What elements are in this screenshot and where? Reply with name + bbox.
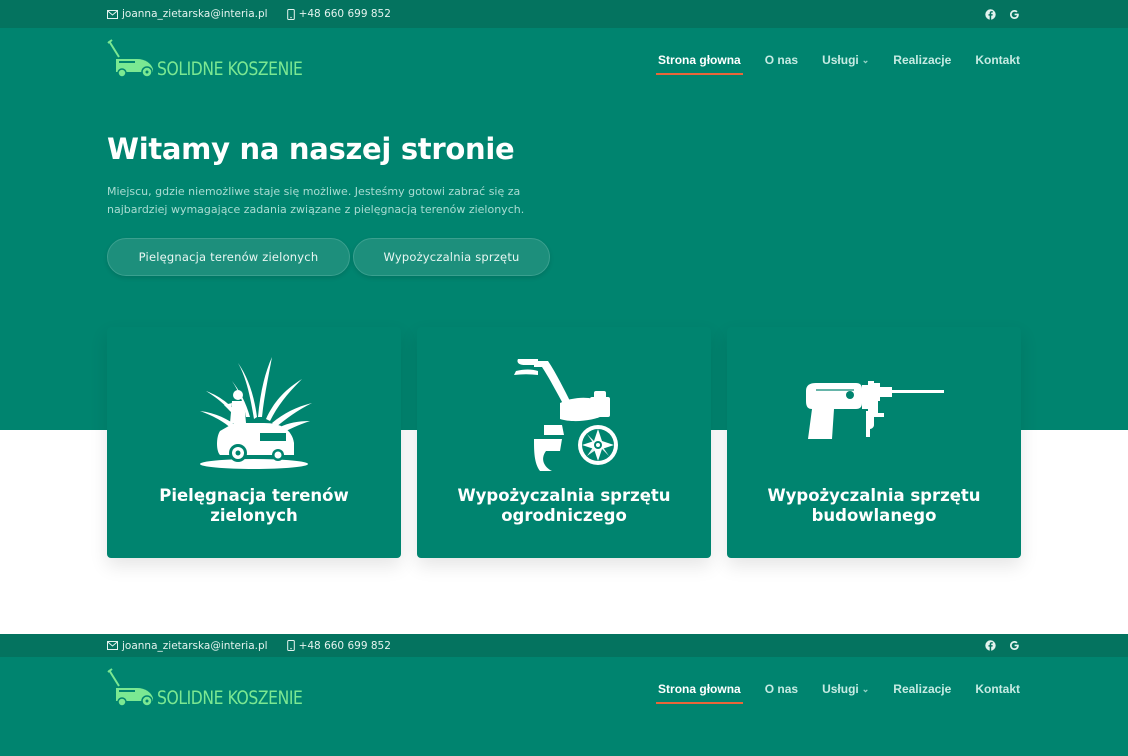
lawn-mower-rider-icon xyxy=(194,353,314,473)
hero-lead-line: najbardziej wymagające zadania związane … xyxy=(107,203,525,216)
chevron-down-icon: ⌄ xyxy=(861,54,870,65)
main-navbar-sticky: SOLIDNE KOSZENIE Strona głowna O nas Usł… xyxy=(0,657,1128,756)
nav-item-projects[interactable]: Realizacje xyxy=(893,53,951,67)
service-card-garden-rental[interactable]: Wypożyczalnia sprzętu ogrodniczego xyxy=(417,327,711,558)
email-link[interactable]: joanna_zietarska@interia.pl xyxy=(107,640,268,652)
site-logo[interactable]: SOLIDNE KOSZENIE xyxy=(107,668,334,708)
lawn-mower-logo-icon xyxy=(107,39,159,79)
phone-text: +48 660 699 852 xyxy=(298,639,391,652)
nav-item-about[interactable]: O nas xyxy=(765,53,798,67)
envelope-icon xyxy=(107,9,118,19)
nav-item-contact[interactable]: Kontakt xyxy=(975,53,1020,67)
card-title-line: budowlanego xyxy=(811,506,937,525)
card-title: Pielęgnacja terenów zielonych xyxy=(117,486,391,526)
nav-item-projects[interactable]: Realizacje xyxy=(893,682,951,696)
nav-label: Realizacje xyxy=(893,53,952,67)
card-title-line: Pielęgnacja terenów zielonych xyxy=(159,486,349,525)
lawn-mower-logo-icon xyxy=(107,668,159,708)
email-link[interactable]: joanna_zietarska@interia.pl xyxy=(107,8,268,20)
card-title-line: Wypożyczalnia sprzętu xyxy=(457,486,671,505)
equipment-rental-button[interactable]: Wypożyczalnia sprzętu xyxy=(353,238,550,276)
service-card-construction-rental[interactable]: Wypożyczalnia sprzętu budowlanego xyxy=(727,327,1021,558)
nav-item-about[interactable]: O nas xyxy=(765,682,798,696)
email-text: joanna_zietarska@interia.pl xyxy=(122,8,268,20)
nav-label: Strona głowna xyxy=(658,682,741,696)
green-care-button[interactable]: Pielęgnacja terenów zielonych xyxy=(107,238,350,276)
nav-label: Realizacje xyxy=(893,682,952,696)
nav-item-services[interactable]: Usługi ⌄ xyxy=(822,682,869,696)
nav-label: Kontakt xyxy=(975,53,1020,67)
hero-lead: Miejscu, gdzie niemożliwe staje się możl… xyxy=(107,183,527,219)
top-bar-sticky: joanna_zietarska@interia.pl +48 660 699 … xyxy=(0,634,1128,657)
logo-text: SOLIDNE KOSZENIE xyxy=(157,687,303,709)
nav-item-home[interactable]: Strona głowna xyxy=(656,682,743,704)
chevron-down-icon: ⌄ xyxy=(861,683,870,694)
nav-label: Usługi xyxy=(822,682,859,696)
service-card-green-care[interactable]: Pielęgnacja terenów zielonych xyxy=(107,327,401,558)
main-navbar: SOLIDNE KOSZENIE Strona głowna O nas Usł… xyxy=(0,28,1128,92)
card-title-line: Wypożyczalnia sprzętu xyxy=(767,486,981,505)
mobile-phone-icon xyxy=(286,640,295,651)
google-icon[interactable] xyxy=(1008,639,1021,652)
email-text: joanna_zietarska@interia.pl xyxy=(122,639,268,652)
facebook-icon[interactable] xyxy=(984,639,997,652)
phone-link[interactable]: +48 660 699 852 xyxy=(286,639,391,652)
nav-item-services[interactable]: Usługi ⌄ xyxy=(822,53,869,67)
hero-lead-line: Miejscu, gdzie niemożliwe staje się możl… xyxy=(107,185,521,198)
nav-label: O nas xyxy=(764,682,799,696)
card-title-line: ogrodniczego xyxy=(501,506,627,525)
logo-text: SOLIDNE KOSZENIE xyxy=(157,58,303,80)
facebook-icon[interactable] xyxy=(984,8,997,21)
card-title: Wypożyczalnia sprzętu ogrodniczego xyxy=(427,486,701,526)
nav-item-home[interactable]: Strona głowna xyxy=(656,53,743,75)
google-icon[interactable] xyxy=(1008,8,1021,21)
tiller-icon xyxy=(504,353,624,473)
phone-link[interactable]: +48 660 699 852 xyxy=(286,8,391,20)
nav-label: Kontakt xyxy=(975,682,1020,696)
site-logo[interactable]: SOLIDNE KOSZENIE xyxy=(107,39,334,79)
nav-label: Strona głowna xyxy=(658,53,741,67)
main-menu: Strona głowna O nas Usługi ⌄ Realizacje K… xyxy=(656,657,1020,721)
card-title: Wypożyczalnia sprzętu budowlanego xyxy=(737,486,1011,526)
nav-label: O nas xyxy=(764,53,799,67)
main-menu: Strona głowna O nas Usługi ⌄ Realizacje K… xyxy=(656,28,1020,92)
drill-icon xyxy=(804,353,944,473)
nav-label: Usługi xyxy=(822,53,859,67)
top-bar: joanna_zietarska@interia.pl +48 660 699 … xyxy=(0,0,1128,28)
envelope-icon xyxy=(107,641,118,650)
hero-title: Witamy na naszej stronie xyxy=(107,132,515,166)
nav-item-contact[interactable]: Kontakt xyxy=(975,682,1020,696)
mobile-phone-icon xyxy=(286,8,295,20)
phone-text: +48 660 699 852 xyxy=(298,8,391,20)
